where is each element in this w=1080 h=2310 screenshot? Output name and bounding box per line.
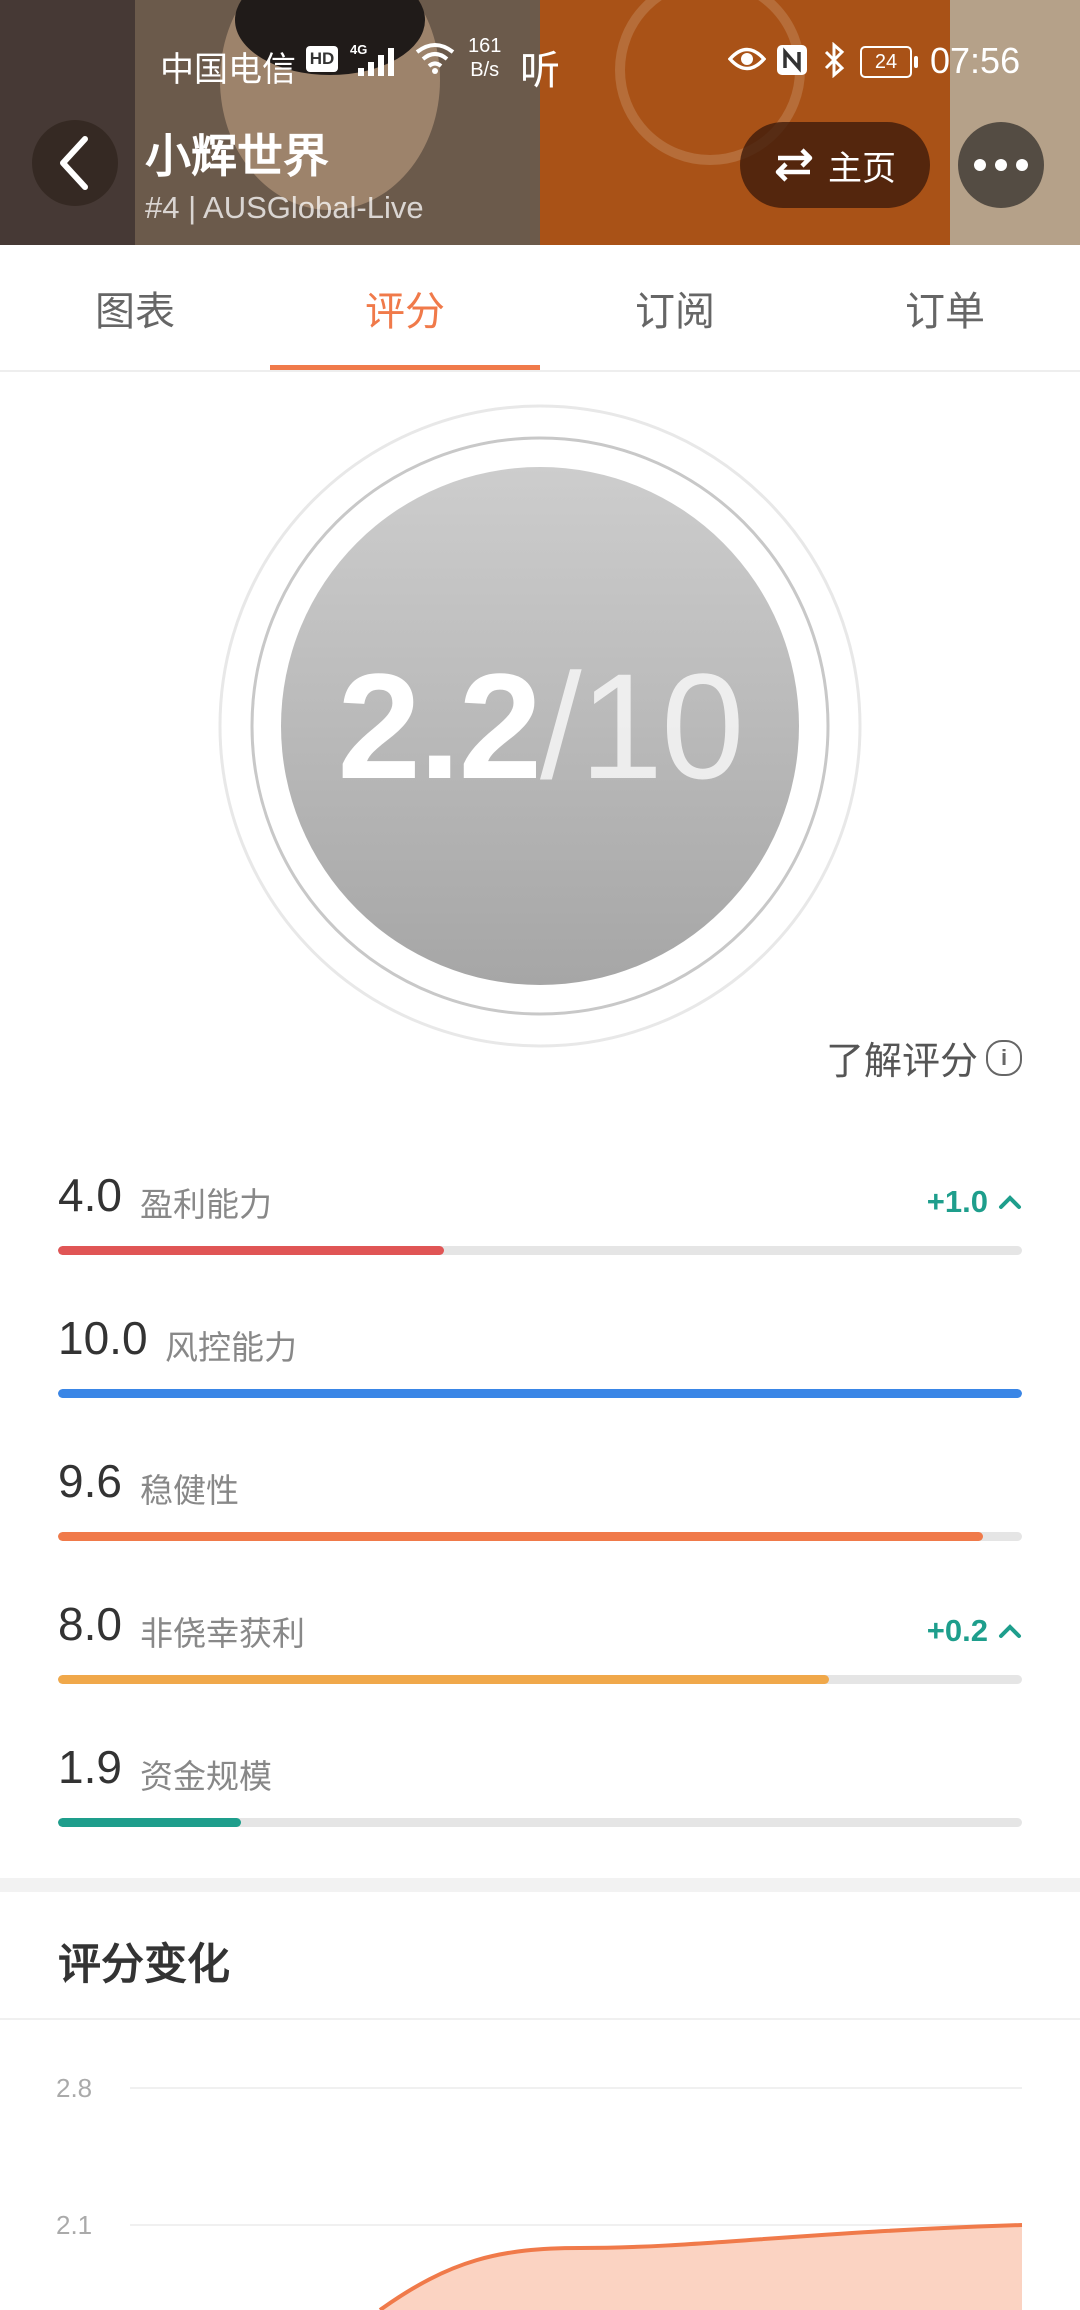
tab-bar: 图表 评分 订阅 订单 — [0, 245, 1080, 372]
info-icon: i — [986, 1039, 1022, 1076]
metric-value: 9.6 — [58, 1455, 122, 1507]
page-title: 小辉世界 — [145, 130, 329, 182]
more-button[interactable] — [958, 122, 1044, 208]
tab-orders-label: 订单 — [905, 289, 985, 334]
y-tick-label: 2.1 — [56, 2210, 92, 2240]
metric-value: 1.9 — [58, 1741, 122, 1793]
carrier-name: 中国电信 — [160, 51, 296, 89]
battery-icon: 24 — [860, 46, 918, 78]
bluetooth-icon — [822, 41, 846, 83]
section-divider — [0, 1878, 1080, 1892]
tab-rating-label: 评分 — [365, 289, 445, 334]
understand-score-label: 了解评分 — [825, 1041, 978, 1083]
chevron-up-icon — [999, 1195, 1021, 1209]
tab-subscription[interactable]: 订阅 — [540, 245, 810, 370]
tab-orders[interactable]: 订单 — [810, 245, 1080, 370]
swap-arrows-icon — [775, 148, 813, 182]
metric-bar-fill — [58, 1389, 1022, 1398]
more-dot-icon — [1016, 159, 1028, 171]
chevron-up-icon — [999, 1624, 1021, 1638]
network-type-label: 4G — [350, 42, 367, 57]
score-number: 2.2 — [337, 642, 542, 810]
understand-score-link[interactable]: 了解评分 i — [826, 1030, 1022, 1085]
metric-bar-fill — [58, 1675, 830, 1684]
wifi-icon — [415, 42, 455, 79]
metric-change-value: +0.2 — [926, 1613, 988, 1648]
metric-bar-fill — [58, 1532, 984, 1541]
nfc-icon — [776, 44, 808, 81]
metric-bar-fill — [58, 1246, 444, 1255]
metric-change: +0.2 — [927, 1613, 1022, 1649]
metric-value: 10.0 — [58, 1312, 148, 1364]
metric-risk-control: 10.0 风控能力 — [58, 1293, 1022, 1403]
metric-bar-track — [58, 1246, 1022, 1255]
metric-label: 稳健性 — [140, 1472, 239, 1509]
chevron-left-icon — [60, 136, 88, 190]
network-speed-unit: B/s — [470, 59, 500, 81]
metric-value: 8.0 — [58, 1598, 122, 1650]
score-change-chart: 2.8 2.1 — [56, 2073, 1023, 2310]
metric-label: 风控能力 — [165, 1329, 297, 1366]
metric-label: 非侥幸获利 — [140, 1615, 305, 1652]
metric-change: +1.0 — [927, 1184, 1022, 1220]
signal-icon: 4G — [350, 40, 408, 83]
score-area — [380, 2225, 1022, 2310]
hd-badge: HD — [306, 46, 338, 72]
network-speed-value: 161 — [468, 35, 502, 57]
metric-bar-track — [58, 1675, 1022, 1684]
metric-label: 资金规模 — [140, 1758, 272, 1795]
more-dot-icon — [995, 159, 1007, 171]
page-subtitle: #4 | AUSGlobal-Live — [145, 190, 424, 225]
clock: 07:56 — [930, 40, 1021, 81]
metric-change-value: +1.0 — [926, 1184, 988, 1219]
metric-bar-track — [58, 1389, 1022, 1398]
home-button[interactable]: 主页 — [740, 122, 930, 208]
tab-subscription-label: 订阅 — [635, 289, 715, 334]
more-dot-icon — [974, 159, 986, 171]
metric-profitability: 4.0 盈利能力 +1.0 — [58, 1150, 1022, 1260]
metric-capital-size: 1.9 资金规模 — [58, 1722, 1022, 1832]
y-tick-label: 2.8 — [56, 2073, 92, 2103]
metric-bar-fill — [58, 1818, 242, 1827]
tab-rating[interactable]: 评分 — [270, 245, 540, 370]
score-value: 2.2/10 — [0, 640, 1080, 813]
network-speed: 161 B/s — [468, 34, 501, 82]
metric-non-luck-profit: 8.0 非侥幸获利 +0.2 — [58, 1579, 1022, 1689]
tab-chart-label: 图表 — [95, 289, 175, 334]
metric-stability: 9.6 稳健性 — [58, 1436, 1022, 1546]
score-max: /10 — [540, 642, 745, 810]
section-title: 评分变化 — [58, 1941, 230, 1989]
home-button-label: 主页 — [828, 149, 896, 188]
eye-comfort-icon — [727, 46, 767, 77]
back-button[interactable] — [32, 120, 118, 206]
metric-label: 盈利能力 — [140, 1186, 272, 1223]
listen-icon: 听 — [520, 49, 560, 93]
metric-value: 4.0 — [58, 1169, 122, 1221]
tab-chart[interactable]: 图表 — [0, 245, 270, 370]
header: 中国电信 HD 4G 161 B/s 听 24 07:56 小辉世界 #4 | … — [0, 0, 1080, 245]
metric-bar-track — [58, 1532, 1022, 1541]
metric-bar-track — [58, 1818, 1022, 1827]
